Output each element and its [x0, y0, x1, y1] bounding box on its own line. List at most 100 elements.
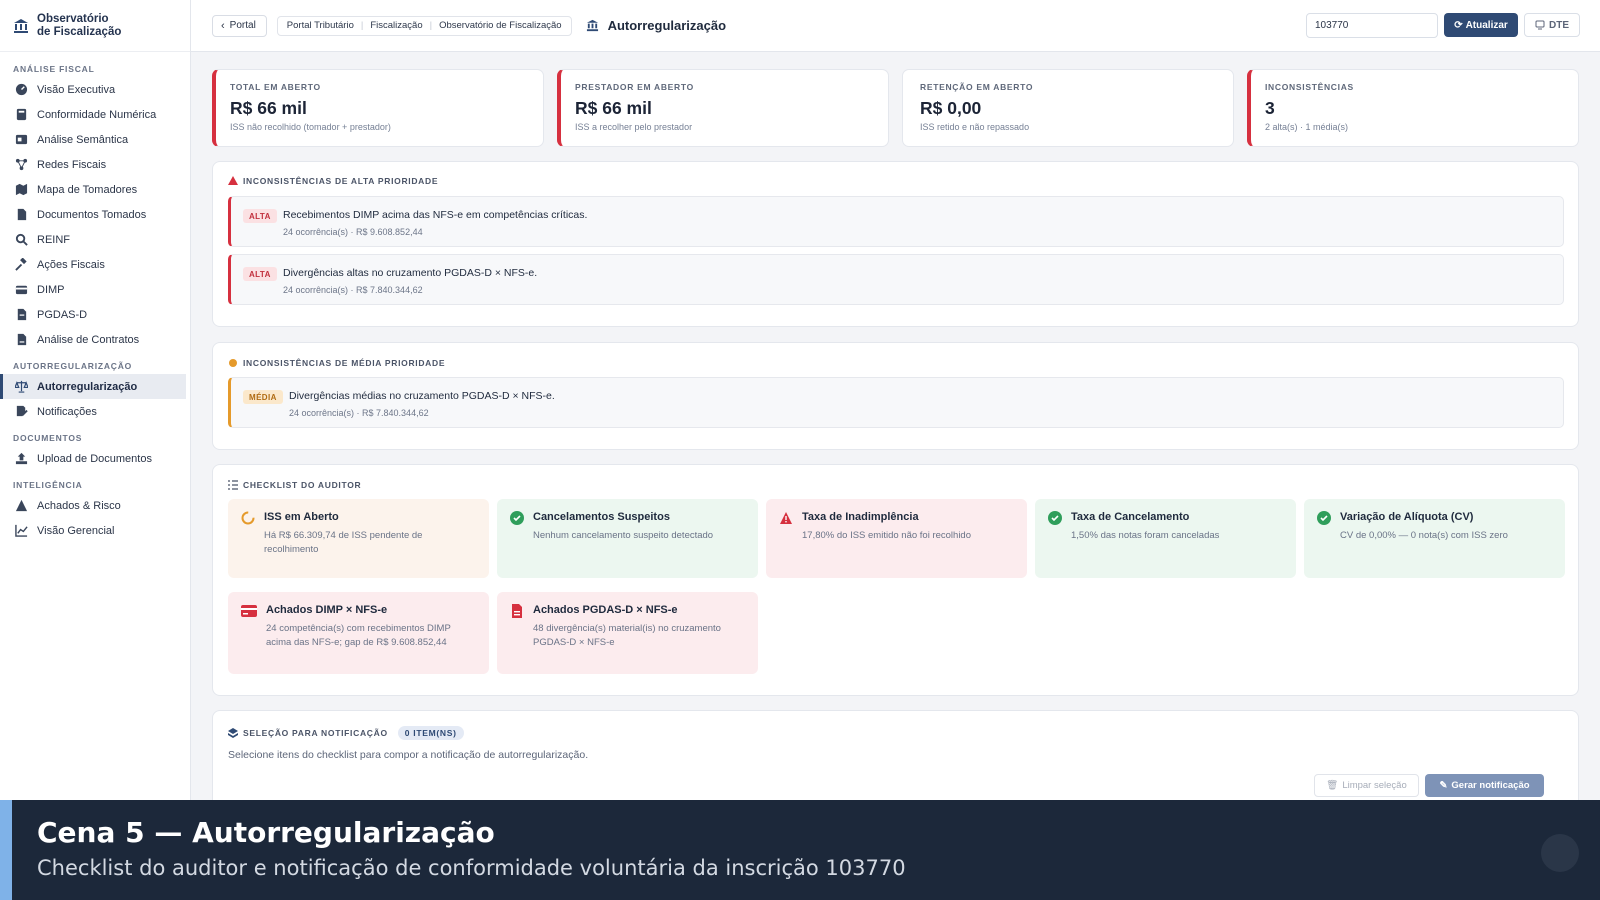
generate-label: Gerar notificação: [1451, 780, 1530, 791]
warning-icon: [15, 499, 28, 512]
sidebar-item-label: Análise Semântica: [37, 133, 129, 146]
issue-title: Divergências médias no cruzamento PGDAS-…: [289, 390, 555, 402]
checklist-title: Taxa de Cancelamento: [1071, 511, 1190, 523]
sidebar-item-label: Conformidade Numérica: [37, 108, 157, 121]
checklist-card[interactable]: ISS em Aberto Há R$ 66.309,74 de ISS pen…: [228, 499, 489, 578]
checklist-card[interactable]: Taxa de Inadimplência 17,80% do ISS emit…: [766, 499, 1027, 578]
bank-icon: [586, 19, 598, 32]
issue-subtitle: 24 ocorrência(s) · R$ 7.840.344,62: [289, 408, 429, 418]
check-circle-icon: [1317, 511, 1331, 525]
sidebar-item-label: PGDAS-D: [37, 308, 88, 321]
sidebar-item-label: Documentos Tomados: [37, 208, 147, 221]
network-icon: [15, 158, 28, 171]
breadcrumb: Portal Tributário | Fiscalização | Obser…: [276, 15, 572, 36]
sidebar-item-label: Visão Executiva: [37, 83, 116, 96]
floating-action-button[interactable]: [1541, 834, 1579, 872]
sidebar-item-label: Autorregularização: [37, 380, 138, 393]
top-bar: ‹ Portal Portal Tributário | Fiscalização…: [191, 0, 1600, 52]
sidebar-item-label: Achados & Risco: [37, 499, 121, 512]
scale-icon: [15, 380, 28, 393]
kpi-card-inconsistencias: Inconsistências 3 2 alta(s) · 1 média(s): [1247, 69, 1579, 147]
kpi-subtitle: 2 alta(s) · 1 média(s): [1265, 122, 1349, 132]
kpi-value: R$ 66 mil: [230, 98, 307, 118]
issue-subtitle: 24 ocorrência(s) · R$ 9.608.852,44: [283, 227, 423, 237]
breadcrumb-item[interactable]: Fiscalização: [370, 20, 422, 31]
kpi-subtitle: ISS retido e não repassado: [920, 122, 1030, 132]
sidebar-item-redes-fiscais[interactable]: Redes Fiscais: [0, 152, 186, 177]
sidebar-item-label: Ações Fiscais: [37, 258, 105, 271]
sidebar-item-documentos-tomados[interactable]: Documentos Tomados: [0, 202, 186, 227]
dte-button[interactable]: DTE: [1524, 13, 1580, 37]
selection-count-badge: 0 ITEM(NS): [397, 726, 464, 740]
checklist-card[interactable]: Achados DIMP × NFS-e 24 competência(s) c…: [228, 592, 489, 674]
issue-subtitle: 24 ocorrência(s) · R$ 7.840.344,62: [283, 285, 423, 295]
upload-icon: [15, 452, 28, 465]
sidebar-item-upload-de-documentos[interactable]: Upload de Documentos: [0, 446, 186, 471]
sidebar-item-analise-de-contratos[interactable]: Análise de Contratos: [0, 327, 186, 352]
checklist-title: Achados DIMP × NFS-e: [266, 604, 388, 616]
search-icon: [15, 233, 28, 246]
selection-instruction: Selecione itens do checklist para compor…: [228, 749, 589, 761]
sidebar: Observatório de Fiscalização Análise Fis…: [0, 0, 191, 900]
medium-priority-panel: Inconsistências de média prioridade MÉDI…: [212, 342, 1579, 450]
checklist-card[interactable]: Achados PGDAS-D × NFS-e 48 divergência(s…: [497, 592, 758, 674]
brand[interactable]: Observatório de Fiscalização: [0, 0, 190, 52]
issue-item[interactable]: ALTA Divergências altas no cruzamento PG…: [228, 254, 1564, 305]
sidebar-item-reinf[interactable]: REINF: [0, 227, 186, 252]
checklist-description: 1,50% das notas foram canceladas: [1071, 530, 1220, 541]
breadcrumb-item[interactable]: Portal Tributário: [287, 20, 354, 31]
checklist-card[interactable]: Variação de Alíquota (CV) CV de 0,00% — …: [1304, 499, 1565, 578]
sidebar-item-dimp[interactable]: DIMP: [0, 277, 186, 302]
sidebar-item-pgdas-d[interactable]: PGDAS-D: [0, 302, 186, 327]
issue-item[interactable]: MÉDIA Divergências médias no cruzamento …: [228, 377, 1564, 428]
panel-header: Seleção para notificação 0 ITEM(NS): [228, 726, 464, 740]
sidebar-item-achados-risco[interactable]: Achados & Risco: [0, 493, 186, 518]
sidebar-item-conformidade-numerica[interactable]: Conformidade Numérica: [0, 102, 186, 127]
kpi-card-retencao-em-aberto: Retenção em aberto R$ 0,00 ISS retido e …: [902, 69, 1234, 147]
kpi-card-prestador-em-aberto: Prestador em aberto R$ 66 mil ISS a reco…: [557, 69, 889, 147]
page-title: Autorregularização: [586, 18, 726, 33]
edit-icon: ✎: [1439, 780, 1448, 791]
check-circle-icon: [1048, 511, 1062, 525]
layers-icon: [228, 728, 238, 738]
caption-title: Cena 5 — Autorregularização: [37, 816, 495, 849]
issue-title: Recebimentos DIMP acima das NFS-e em com…: [283, 209, 588, 221]
sidebar-item-visao-gerencial[interactable]: Visão Gerencial: [0, 518, 186, 543]
breadcrumb-separator: |: [429, 20, 433, 31]
sidebar-item-label: Upload de Documentos: [37, 452, 152, 465]
chevron-left-icon: ‹: [221, 19, 225, 32]
sidebar-item-label: Visão Gerencial: [37, 524, 115, 537]
sidebar-item-mapa-de-tomadores[interactable]: Mapa de Tomadores: [0, 177, 186, 202]
kpi-subtitle: ISS não recolhido (tomador + prestador): [230, 122, 391, 132]
sidebar-item-autorregularizacao[interactable]: Autorregularização: [0, 374, 186, 399]
checklist-description: Há R$ 66.309,74 de ISS pendente de recol…: [264, 530, 423, 555]
card-icon: [241, 605, 257, 617]
sidebar-item-label: Notificações: [37, 405, 97, 418]
priority-badge: MÉDIA: [243, 390, 283, 404]
kpi-value: R$ 66 mil: [575, 98, 652, 118]
nav-section-inteligencia: Inteligência: [13, 480, 83, 490]
back-button[interactable]: ‹ Portal: [212, 14, 267, 37]
gauge-icon: [15, 83, 28, 96]
checklist-card[interactable]: Cancelamentos Suspeitos Nenhum cancelame…: [497, 499, 758, 578]
breadcrumb-item[interactable]: Observatório de Fiscalização: [439, 20, 562, 31]
refresh-button[interactable]: ⟳ Atualizar: [1444, 13, 1518, 37]
breadcrumb-separator: |: [360, 20, 364, 31]
kpi-subtitle: ISS a recolher pelo prestador: [575, 122, 693, 132]
sidebar-item-notificacoes[interactable]: Notificações: [0, 399, 186, 424]
issue-item[interactable]: ALTA Recebimentos DIMP acima das NFS-e e…: [228, 196, 1564, 247]
chart-line-icon: [15, 524, 28, 537]
refresh-label: Atualizar: [1465, 19, 1508, 31]
caption-accent-bar: [0, 800, 12, 900]
inscription-input[interactable]: [1306, 13, 1438, 38]
sidebar-item-acoes-fiscais[interactable]: Ações Fiscais: [0, 252, 186, 277]
generate-notification-button[interactable]: ✎ Gerar notificação: [1425, 774, 1544, 797]
monitor-icon: [1535, 20, 1545, 30]
back-label: Portal: [229, 20, 256, 31]
sidebar-item-label: Análise de Contratos: [37, 333, 140, 346]
bank-icon: [14, 18, 28, 33]
sidebar-item-visao-executiva[interactable]: Visão Executiva: [0, 77, 186, 102]
sidebar-item-analise-semantica[interactable]: Análise Semântica: [0, 127, 186, 152]
clear-selection-button[interactable]: 🗑 Limpar seleção: [1314, 774, 1419, 797]
checklist-card[interactable]: Taxa de Cancelamento 1,50% das notas for…: [1035, 499, 1296, 578]
